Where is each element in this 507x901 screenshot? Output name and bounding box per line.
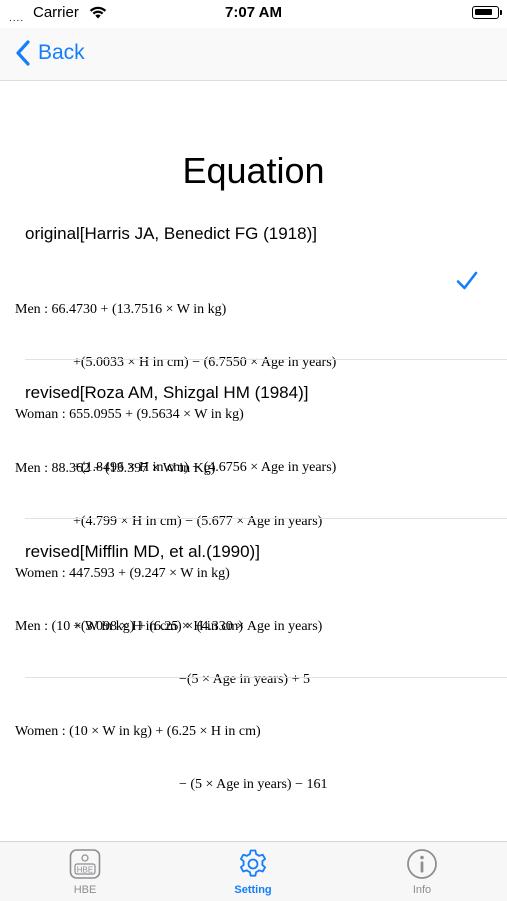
tab-hbe[interactable]: HBE HBE: [25, 842, 145, 901]
equation-title-mifflin: revised[Mifflin MD, et al.(1990)]: [25, 542, 260, 561]
tab-info[interactable]: Info: [362, 842, 482, 901]
section-divider: [25, 359, 507, 360]
formula-line: −(5 × Age in years) + 5: [179, 671, 310, 687]
status-time: 7:07 AM: [225, 4, 282, 21]
formula-line: − (5 × Age in years) − 161: [179, 776, 328, 792]
tab-info-label: Info: [412, 884, 432, 896]
formula-line: Men : 88.362 + (13.397 × W in Kg): [15, 461, 216, 476]
section-divider: [25, 677, 507, 678]
checkmark-icon: [456, 271, 478, 290]
status-bar: .... Carrier 7:07 AM: [0, 0, 507, 28]
formula-line: +(4.799 × H in cm) − (5.677 × Age in yea…: [73, 513, 323, 529]
equation-formula-mifflin[interactable]: Men : (10 × W in kg) + (6.25 × H in cm) …: [15, 583, 328, 811]
back-button-label: Back: [38, 41, 85, 64]
formula-line: Men : (10 × W in kg) + (6.25 × H in cm): [15, 619, 244, 634]
back-button[interactable]: Back: [14, 38, 85, 68]
tab-hbe-label: HBE: [73, 884, 97, 896]
hbe-logo-icon: HBE: [69, 849, 101, 879]
chevron-left-icon: [16, 40, 30, 66]
section-divider: [25, 518, 507, 519]
formula-line: Women : 447.593 + (9.247 × W in kg): [15, 566, 230, 581]
navigation-bar: Back: [0, 28, 507, 81]
info-icon: [407, 849, 437, 879]
tab-bar: HBE HBE Setting Info: [0, 841, 507, 901]
formula-line: Women : (10 × W in kg) + (6.25 × H in cm…: [15, 724, 261, 739]
formula-line: Men : 66.4730 + (13.7516 × W in kg): [15, 302, 227, 317]
tab-setting-label: Setting: [234, 884, 272, 896]
equation-title-harris-benedict: original[Harris JA, Benedict FG (1918)]: [25, 224, 317, 243]
equation-title-roza-shizgal: revised[Roza AM, Shizgal HM (1984)]: [25, 383, 309, 402]
battery-icon: [472, 6, 502, 19]
formula-line: +(5.0033 × H in cm) − (6.7550 × Age in y…: [73, 354, 337, 370]
svg-text:HBE: HBE: [77, 866, 93, 875]
tab-setting[interactable]: Setting: [193, 842, 313, 901]
page-title: Equation: [182, 150, 325, 191]
formula-line: Woman : 655.0955 + (9.5634 × W in kg): [15, 407, 244, 422]
gear-icon: [240, 849, 266, 877]
